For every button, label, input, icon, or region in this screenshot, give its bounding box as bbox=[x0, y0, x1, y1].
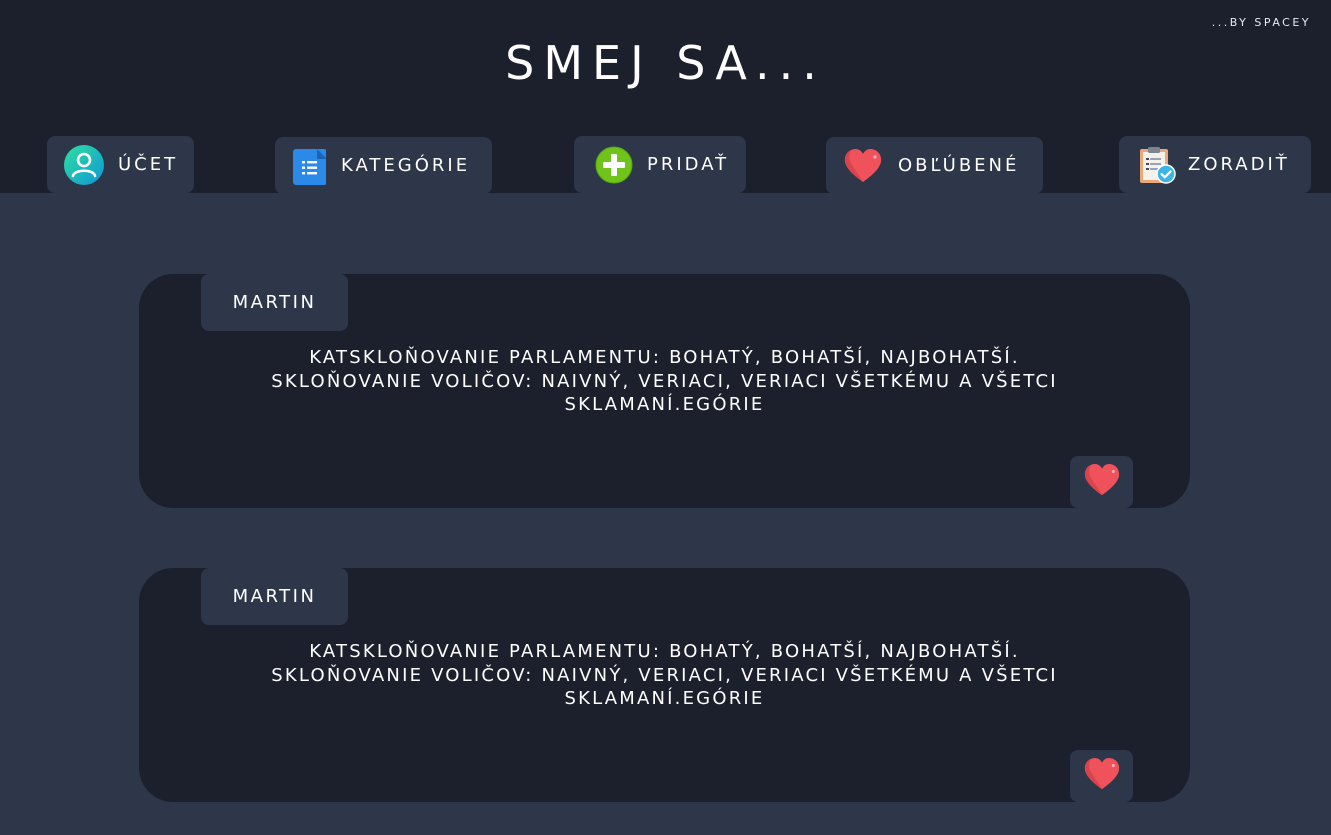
sort-label: ZORADIŤ bbox=[1188, 154, 1290, 175]
plus-icon bbox=[594, 145, 634, 185]
favorite-button[interactable] bbox=[1070, 456, 1133, 508]
document-list-icon bbox=[290, 146, 326, 186]
post-text: KATSKLOŇOVANIE PARLAMENTU: BOHATÝ, BOHAT… bbox=[199, 640, 1130, 711]
favorites-label: OBĽÚBENÉ bbox=[898, 155, 1020, 176]
heart-icon bbox=[1083, 757, 1121, 795]
post-text-line: SKLOŇOVANIE VOLIČOV: NAIVNÝ, VERIACI, VE… bbox=[271, 370, 1058, 392]
byline: ...BY SPACEY bbox=[1211, 16, 1311, 29]
post-text-line: KATSKLOŇOVANIE PARLAMENTU: BOHATÝ, BOHAT… bbox=[309, 641, 1020, 662]
post-card: MARTIN KATSKLOŇOVANIE PARLAMENTU: BOHATÝ… bbox=[139, 568, 1190, 802]
post-text: KATSKLOŇOVANIE PARLAMENTU: BOHATÝ, BOHAT… bbox=[199, 346, 1130, 417]
post-author: MARTIN bbox=[201, 274, 348, 331]
user-icon bbox=[64, 144, 104, 185]
heart-icon bbox=[1083, 463, 1121, 501]
post-text-line: SKLAMANÍ.EGÓRIE bbox=[564, 688, 765, 709]
page-title: SMEJ SA... bbox=[505, 36, 826, 90]
post-text-line: SKLAMANÍ.EGÓRIE bbox=[564, 394, 765, 415]
account-button[interactable]: ÚČET bbox=[47, 136, 194, 193]
post-card: MARTIN KATSKLOŇOVANIE PARLAMENTU: BOHATÝ… bbox=[139, 274, 1190, 508]
add-label: PRIDAŤ bbox=[647, 154, 730, 175]
categories-button[interactable]: KATEGÓRIE bbox=[275, 137, 492, 194]
favorites-button[interactable]: OBĽÚBENÉ bbox=[826, 137, 1043, 194]
header: ...BY SPACEY SMEJ SA... ÚČET KATEGÓRIE P… bbox=[0, 0, 1331, 194]
post-text-line: SKLOŇOVANIE VOLIČOV: NAIVNÝ, VERIACI, VE… bbox=[271, 664, 1058, 686]
post-author: MARTIN bbox=[201, 568, 348, 625]
account-label: ÚČET bbox=[118, 154, 179, 175]
favorite-button[interactable] bbox=[1070, 750, 1133, 802]
categories-label: KATEGÓRIE bbox=[341, 155, 471, 176]
add-button[interactable]: PRIDAŤ bbox=[574, 136, 746, 193]
sort-button[interactable]: ZORADIŤ bbox=[1119, 136, 1311, 193]
clipboard-check-icon bbox=[1137, 145, 1177, 185]
heart-icon bbox=[843, 146, 883, 186]
post-text-line: KATSKLOŇOVANIE PARLAMENTU: BOHATÝ, BOHAT… bbox=[309, 347, 1020, 368]
